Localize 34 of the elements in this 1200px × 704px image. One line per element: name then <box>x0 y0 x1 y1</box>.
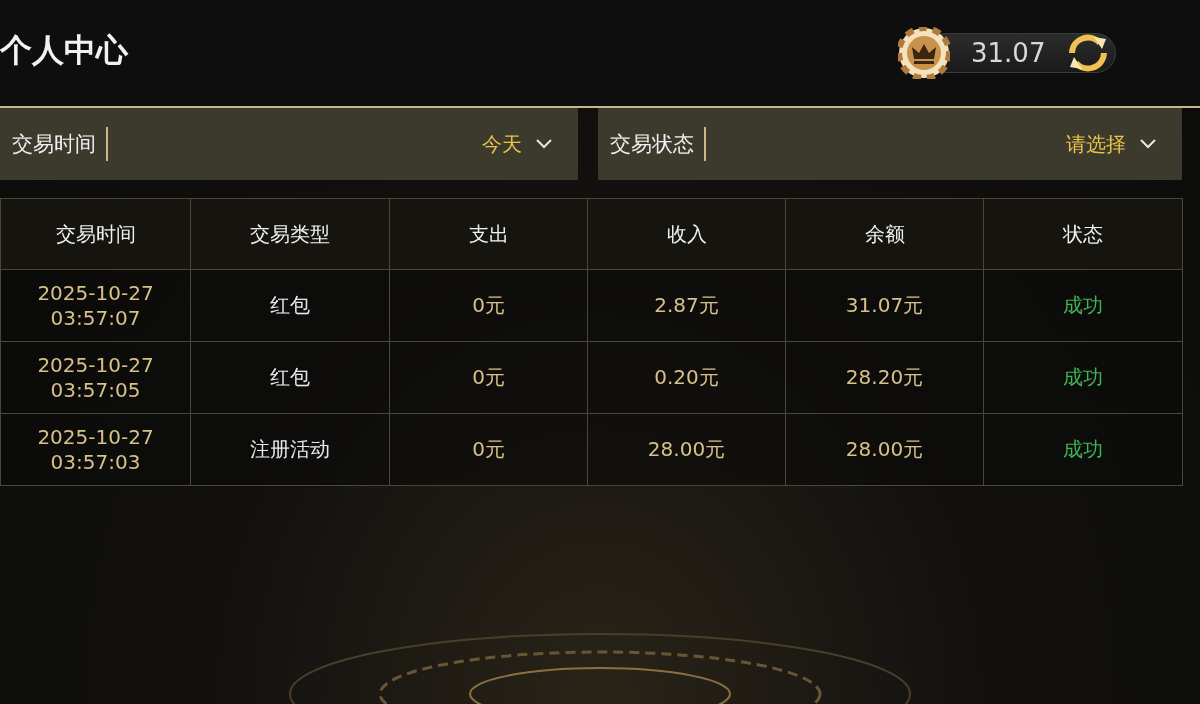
table-cell: 28.20元 <box>786 342 984 414</box>
filter-dropdown[interactable]: 交易状态 请选择 <box>598 108 1182 180</box>
table-cell: 2.87元 <box>588 270 786 342</box>
filter-dropdown[interactable]: 交易时间 今天 <box>0 108 578 180</box>
table-cell: 28.00元 <box>588 414 786 486</box>
filter-label: 交易时间 <box>12 131 96 158</box>
column-header: 交易时间 <box>1 199 191 270</box>
table-cell: 0元 <box>390 270 588 342</box>
page-title: 个人中心 <box>0 30 128 71</box>
chevron-down-icon <box>536 139 552 149</box>
column-header: 交易类型 <box>191 199 390 270</box>
table-cell: 2025-10-27 03:57:05 <box>1 342 191 414</box>
table-cell: 2025-10-27 03:57:03 <box>1 414 191 486</box>
table-cell: 2025-10-27 03:57:07 <box>1 270 191 342</box>
table-cell: 红包 <box>191 270 390 342</box>
table-cell: 31.07元 <box>786 270 984 342</box>
column-header: 状态 <box>984 199 1183 270</box>
table-cell: 红包 <box>191 342 390 414</box>
status-cell: 成功 <box>984 414 1183 486</box>
filter-value: 请选择 <box>1066 130 1126 158</box>
balance-amount: 31.07 <box>971 38 1046 68</box>
filter-label: 交易状态 <box>610 131 694 158</box>
table-cell: 28.00元 <box>786 414 984 486</box>
column-header: 余额 <box>786 199 984 270</box>
table-cell: 0元 <box>390 342 588 414</box>
chevron-down-icon <box>1140 139 1156 149</box>
table-cell: 0元 <box>390 414 588 486</box>
filter-value: 今天 <box>482 130 522 158</box>
column-header: 支出 <box>390 199 588 270</box>
column-header: 收入 <box>588 199 786 270</box>
table-cell: 0.20元 <box>588 342 786 414</box>
status-cell: 成功 <box>984 342 1183 414</box>
table-cell: 注册活动 <box>191 414 390 486</box>
status-cell: 成功 <box>984 270 1183 342</box>
